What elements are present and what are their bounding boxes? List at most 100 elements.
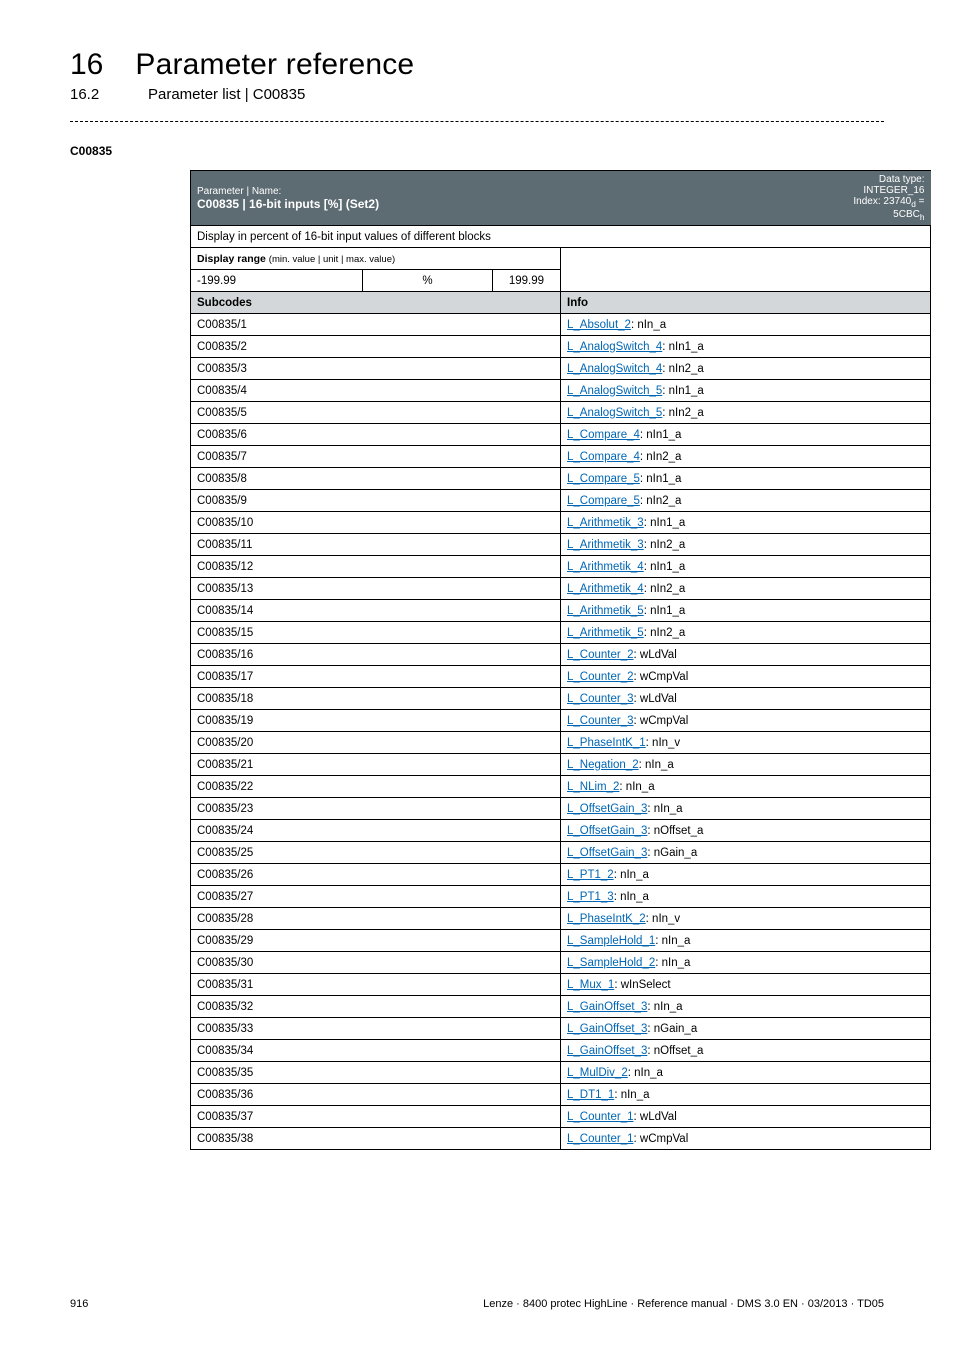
range-unit: % [363, 270, 493, 292]
info-link[interactable]: L_Compare_5 [567, 473, 640, 485]
info-link[interactable]: L_Absolut_2 [567, 319, 631, 331]
info-link[interactable]: L_AnalogSwitch_5 [567, 407, 662, 419]
subcode-cell: C00835/18 [191, 688, 561, 710]
info-link[interactable]: L_GainOffset_3 [567, 1001, 647, 1013]
info-rest: : nIn1_a [640, 429, 682, 441]
table-row: C00835/17L_Counter_2: wCmpVal [191, 666, 931, 688]
info-link[interactable]: L_DT1_1 [567, 1089, 614, 1101]
subcode-cell: C00835/23 [191, 798, 561, 820]
info-link[interactable]: L_SampleHold_2 [567, 957, 655, 969]
info-cell: L_PT1_2: nIn_a [561, 864, 931, 886]
info-link[interactable]: L_NLim_2 [567, 781, 619, 793]
info-link[interactable]: L_Arithmetik_3 [567, 539, 644, 551]
info-cell: L_SampleHold_1: nIn_a [561, 930, 931, 952]
info-rest: : nIn2_a [644, 539, 686, 551]
info-link[interactable]: L_GainOffset_3 [567, 1045, 647, 1057]
info-link[interactable]: L_OffsetGain_3 [567, 803, 647, 815]
table-row: C00835/37L_Counter_1: wLdVal [191, 1106, 931, 1128]
info-link[interactable]: L_Compare_5 [567, 495, 640, 507]
info-cell: L_Compare_4: nIn2_a [561, 446, 931, 468]
info-link[interactable]: L_Counter_1 [567, 1133, 634, 1145]
info-link[interactable]: L_OffsetGain_3 [567, 847, 647, 859]
info-rest: : nIn1_a [662, 341, 704, 353]
info-cell: L_Compare_5: nIn1_a [561, 468, 931, 490]
info-rest: : nIn_a [647, 803, 682, 815]
info-link[interactable]: L_Counter_3 [567, 693, 634, 705]
subcode-cell: C00835/21 [191, 754, 561, 776]
table-row: C00835/15L_Arithmetik_5: nIn2_a [191, 622, 931, 644]
info-link[interactable]: L_Counter_2 [567, 671, 634, 683]
subcode-cell: C00835/24 [191, 820, 561, 842]
info-rest: : wCmpVal [634, 671, 689, 683]
info-cell: L_Arithmetik_5: nIn2_a [561, 622, 931, 644]
info-link[interactable]: L_SampleHold_1 [567, 935, 655, 947]
info-cell: L_PT1_3: nIn_a [561, 886, 931, 908]
info-cell: L_Counter_2: wLdVal [561, 644, 931, 666]
chapter-number: 16 [70, 48, 103, 82]
table-row: C00835/10L_Arithmetik_3: nIn1_a [191, 512, 931, 534]
info-rest: : nIn2_a [640, 495, 682, 507]
info-link[interactable]: L_Compare_4 [567, 451, 640, 463]
info-link[interactable]: L_Counter_1 [567, 1111, 634, 1123]
subcode-cell: C00835/25 [191, 842, 561, 864]
info-rest: : nIn2_a [640, 451, 682, 463]
info-link[interactable]: L_Counter_3 [567, 715, 634, 727]
info-link[interactable]: L_PT1_2 [567, 869, 614, 881]
subcode-cell: C00835/35 [191, 1062, 561, 1084]
info-link[interactable]: L_Arithmetik_5 [567, 627, 644, 639]
info-cell: L_GainOffset_3: nOffset_a [561, 1040, 931, 1062]
subcode-cell: C00835/30 [191, 952, 561, 974]
display-range-label: Display range [197, 253, 269, 265]
divider [70, 121, 884, 122]
info-cell: L_Compare_4: nIn1_a [561, 424, 931, 446]
table-row: C00835/35L_MulDiv_2: nIn_a [191, 1062, 931, 1084]
info-rest: : nIn_a [647, 1001, 682, 1013]
info-cell: L_Mux_1: wInSelect [561, 974, 931, 996]
range-min: -199.99 [191, 270, 363, 292]
info-link[interactable]: L_Counter_2 [567, 649, 634, 661]
info-link[interactable]: L_MulDiv_2 [567, 1067, 628, 1079]
info-link[interactable]: L_PT1_3 [567, 891, 614, 903]
info-cell: L_OffsetGain_3: nOffset_a [561, 820, 931, 842]
info-rest: : nIn_a [655, 957, 690, 969]
table-row: C00835/8L_Compare_5: nIn1_a [191, 468, 931, 490]
info-link[interactable]: L_Negation_2 [567, 759, 639, 771]
info-cell: L_GainOffset_3: nGain_a [561, 1018, 931, 1040]
info-cell: L_Counter_1: wCmpVal [561, 1128, 931, 1150]
info-link[interactable]: L_AnalogSwitch_4 [567, 363, 662, 375]
info-link[interactable]: L_GainOffset_3 [567, 1023, 647, 1035]
table-row: C00835/5L_AnalogSwitch_5: nIn2_a [191, 402, 931, 424]
info-rest: : nIn_a [614, 869, 649, 881]
table-row: C00835/27L_PT1_3: nIn_a [191, 886, 931, 908]
info-rest: : nOffset_a [647, 1045, 703, 1057]
info-rest: : nIn2_a [662, 407, 704, 419]
info-link[interactable]: L_AnalogSwitch_5 [567, 385, 662, 397]
chapter-title: Parameter reference [135, 48, 414, 82]
info-rest: : nGain_a [647, 1023, 697, 1035]
subcode-cell: C00835/34 [191, 1040, 561, 1062]
info-link[interactable]: L_PhaseIntK_1 [567, 737, 646, 749]
table-row: C00835/14L_Arithmetik_5: nIn1_a [191, 600, 931, 622]
table-row: C00835/2L_AnalogSwitch_4: nIn1_a [191, 336, 931, 358]
info-link[interactable]: L_Mux_1 [567, 979, 614, 991]
info-link[interactable]: L_AnalogSwitch_4 [567, 341, 662, 353]
subcode-cell: C00835/7 [191, 446, 561, 468]
info-cell: L_Counter_2: wCmpVal [561, 666, 931, 688]
info-link[interactable]: L_OffsetGain_3 [567, 825, 647, 837]
subcode-cell: C00835/11 [191, 534, 561, 556]
info-cell: L_Arithmetik_4: nIn2_a [561, 578, 931, 600]
info-rest: : nIn_a [639, 759, 674, 771]
info-link[interactable]: L_Arithmetik_3 [567, 517, 644, 529]
table-row: C00835/24L_OffsetGain_3: nOffset_a [191, 820, 931, 842]
info-link[interactable]: L_Arithmetik_5 [567, 605, 644, 617]
info-link[interactable]: L_PhaseIntK_2 [567, 913, 646, 925]
param-name-value: C00835 | 16-bit inputs [%] (Set2) [197, 197, 379, 211]
info-link[interactable]: L_Arithmetik_4 [567, 583, 644, 595]
info-link[interactable]: L_Compare_4 [567, 429, 640, 441]
table-row: C00835/9L_Compare_5: nIn2_a [191, 490, 931, 512]
subcodes-header-row: Subcodes Info [191, 292, 931, 314]
table-row: C00835/36L_DT1_1: nIn_a [191, 1084, 931, 1106]
table-row: C00835/32L_GainOffset_3: nIn_a [191, 996, 931, 1018]
subcode-cell: C00835/10 [191, 512, 561, 534]
info-link[interactable]: L_Arithmetik_4 [567, 561, 644, 573]
